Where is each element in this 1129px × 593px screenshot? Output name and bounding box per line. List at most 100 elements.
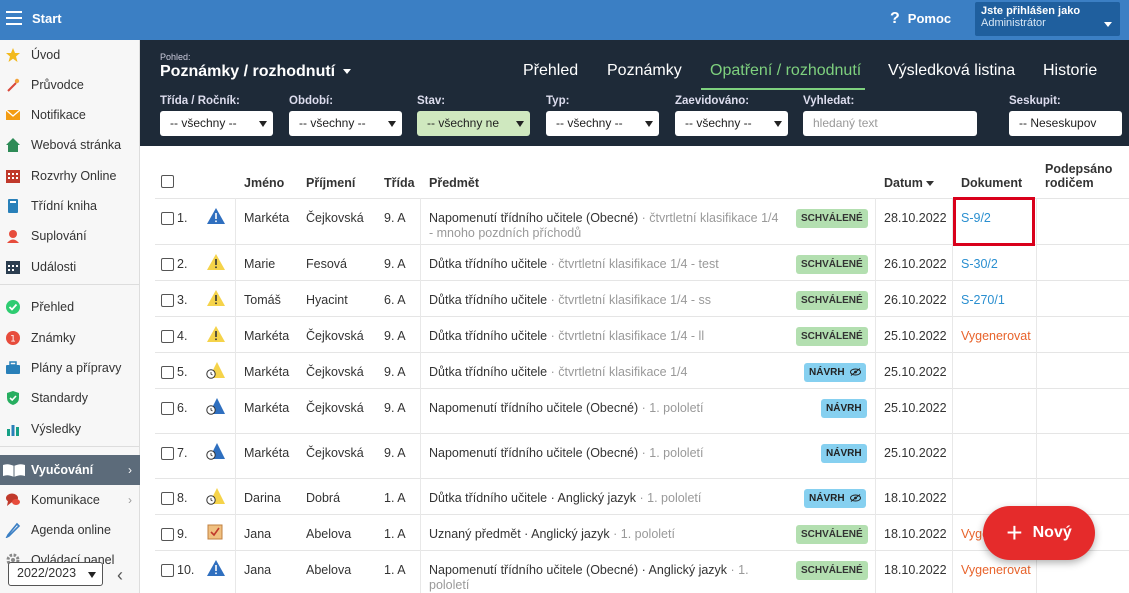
tab-historie[interactable]: Historie (1043, 62, 1097, 80)
row-checkbox[interactable] (161, 402, 174, 415)
status-badge-label: SCHVÁLENÉ (801, 529, 863, 540)
row-checkbox[interactable] (161, 492, 174, 505)
sidebar-item-notifikace[interactable]: Notifikace (0, 101, 140, 129)
generate-document-link[interactable]: Vygenerovat (961, 329, 1031, 343)
tab-vysledkova-listina[interactable]: Výsledková listina (888, 62, 1015, 80)
cell-jmeno: Darina (244, 491, 281, 505)
sidebar-item-agenda-online[interactable]: Agenda online (0, 516, 140, 544)
cell-datum: 18.10.2022 (884, 527, 947, 541)
status-badge-label: NÁVRH (826, 448, 862, 459)
group-by-select[interactable]: -- Neseskupov (1009, 111, 1122, 136)
sidebar-item-plany-a-pripravy[interactable]: Plány a přípravy (0, 354, 140, 382)
collapse-sidebar-icon[interactable]: ‹ (117, 565, 123, 586)
predmet-main: Napomenutí třídního učitele (Obecné) (429, 446, 639, 460)
header-jmeno[interactable]: Jméno (244, 176, 284, 190)
search-input[interactable]: hledaný text (803, 111, 977, 136)
header-trida[interactable]: Třída (384, 176, 415, 190)
eye-hidden-icon (849, 493, 861, 504)
open-book-icon (2, 462, 26, 478)
generate-document-link[interactable]: Vygenerovat (961, 563, 1031, 577)
cell-jmeno: Jana (244, 563, 272, 577)
row-checkbox[interactable] (161, 528, 174, 541)
cell-prijmeni: Fesová (306, 257, 347, 271)
sidebar-item-webova-stranka[interactable]: Webová stránka (0, 131, 140, 159)
filter-stav-select[interactable]: -- všechny ne (417, 111, 530, 136)
sidebar-item-prehled[interactable]: Přehled (0, 293, 140, 321)
tab-poznamky[interactable]: Poznámky (607, 62, 682, 80)
sidebar-item-uvod[interactable]: Úvod (0, 41, 140, 69)
cell-predmet: Důtka třídního učitele · čtvrtletní klas… (429, 329, 784, 344)
predmet-detail: · 1. pololetí (636, 491, 702, 505)
row-checkbox[interactable] (161, 564, 174, 577)
user-menu[interactable]: Jste přihlášen jako Administrátor (975, 2, 1120, 36)
school-year-select[interactable]: 2022/2023 (8, 562, 103, 586)
row-checkbox[interactable] (161, 366, 174, 379)
filter-obdobi-select[interactable]: -- všechny -- (289, 111, 402, 136)
row-number: 4. (177, 329, 188, 343)
sidebar-item-standardy[interactable]: Standardy (0, 384, 140, 412)
help-button[interactable]: ? Pomoc (890, 10, 951, 28)
header-prijmeni[interactable]: Příjmení (306, 176, 355, 190)
cell-trida: 9. A (384, 329, 406, 343)
cell-trida: 1. A (384, 491, 406, 505)
predmet-main: Napomenutí třídního učitele (Obecné) (429, 401, 639, 415)
filter-typ-select[interactable]: -- všechny -- (546, 111, 659, 136)
predmet-detail: · 1. pololetí (638, 401, 704, 415)
row-checkbox[interactable] (161, 212, 174, 225)
predmet-detail: · čtvrtletní klasifikace 1/4 - ss (547, 293, 712, 307)
select-all-checkbox[interactable] (161, 175, 174, 188)
header-podepsano-line1: Podepsáno (1045, 162, 1113, 176)
row-checkbox[interactable] (161, 447, 174, 460)
sidebar-item-vysledky[interactable]: Výsledky (0, 415, 140, 443)
header-podepsano[interactable]: Podepsáno rodičem (1045, 162, 1112, 190)
sidebar-item-tridni-kniha[interactable]: Třídní kniha (0, 192, 140, 220)
chevron-down-icon (645, 121, 653, 127)
sidebar-item-komunikace[interactable]: Komunikace › (0, 486, 140, 514)
sidebar-item-udalosti[interactable]: Události (0, 253, 140, 281)
filter-zaevidovano-select[interactable]: -- všechny -- (675, 111, 788, 136)
tab-opatreni-rozhodnuti[interactable]: Opatření / rozhodnutí (710, 62, 861, 80)
cell-prijmeni: Čejkovská (306, 365, 364, 379)
header-predmet[interactable]: Předmět (429, 176, 479, 190)
cell-jmeno: Markéta (244, 446, 290, 460)
sidebar-divider (0, 284, 140, 285)
view-caption: Pohled: (160, 52, 191, 62)
predmet-detail: · čtvrtletní klasifikace 1/4 - test (547, 257, 719, 271)
row-checkbox[interactable] (161, 294, 174, 307)
document-link[interactable]: S-270/1 (961, 293, 1005, 307)
header-datum-label: Datum (884, 176, 923, 190)
sidebar-item-label: Webová stránka (31, 138, 122, 152)
sidebar-item-vyucovani[interactable]: Vyučování › (0, 455, 140, 485)
tab-prehled[interactable]: Přehled (523, 62, 578, 80)
start-link[interactable]: Start (32, 11, 62, 26)
star-icon (5, 47, 21, 63)
sidebar-item-label: Přehled (31, 300, 75, 314)
warning-yellow-icon (206, 253, 226, 274)
filter-trida-select[interactable]: -- všechny -- (160, 111, 273, 136)
calendar-grid-icon (5, 168, 21, 184)
cell-jmeno: Markéta (244, 365, 290, 379)
row-checkbox[interactable] (161, 258, 174, 271)
hamburger-menu-icon[interactable] (6, 11, 22, 25)
chevron-down-icon (388, 121, 396, 127)
sidebar-item-suplovani[interactable]: Suplování (0, 222, 140, 250)
cell-datum: 18.10.2022 (884, 563, 947, 577)
sidebar-item-rozvrhy-online[interactable]: Rozvrhy Online (0, 162, 140, 190)
document-link[interactable]: S-30/2 (961, 257, 998, 271)
sidebar-item-label: Standardy (31, 391, 88, 405)
cell-datum: 28.10.2022 (884, 211, 947, 225)
sidebar-item-znamky[interactable]: 1 Známky (0, 324, 140, 352)
cell-datum: 26.10.2022 (884, 293, 947, 307)
warning-yellow-clock-icon (206, 487, 226, 508)
status-badge-label: NÁVRH (826, 403, 862, 414)
row-checkbox[interactable] (161, 330, 174, 343)
new-record-button[interactable]: + Nový (983, 506, 1095, 560)
view-selector[interactable]: Poznámky / rozhodnutí (160, 63, 352, 81)
header-datum[interactable]: Datum (884, 176, 935, 190)
column-divider (420, 198, 421, 593)
header-dokument[interactable]: Dokument (961, 176, 1022, 190)
new-record-label: Nový (1032, 524, 1072, 541)
column-divider (875, 198, 876, 593)
sidebar-item-pruvodce[interactable]: Průvodce (0, 71, 140, 99)
envelope-icon (5, 107, 21, 123)
